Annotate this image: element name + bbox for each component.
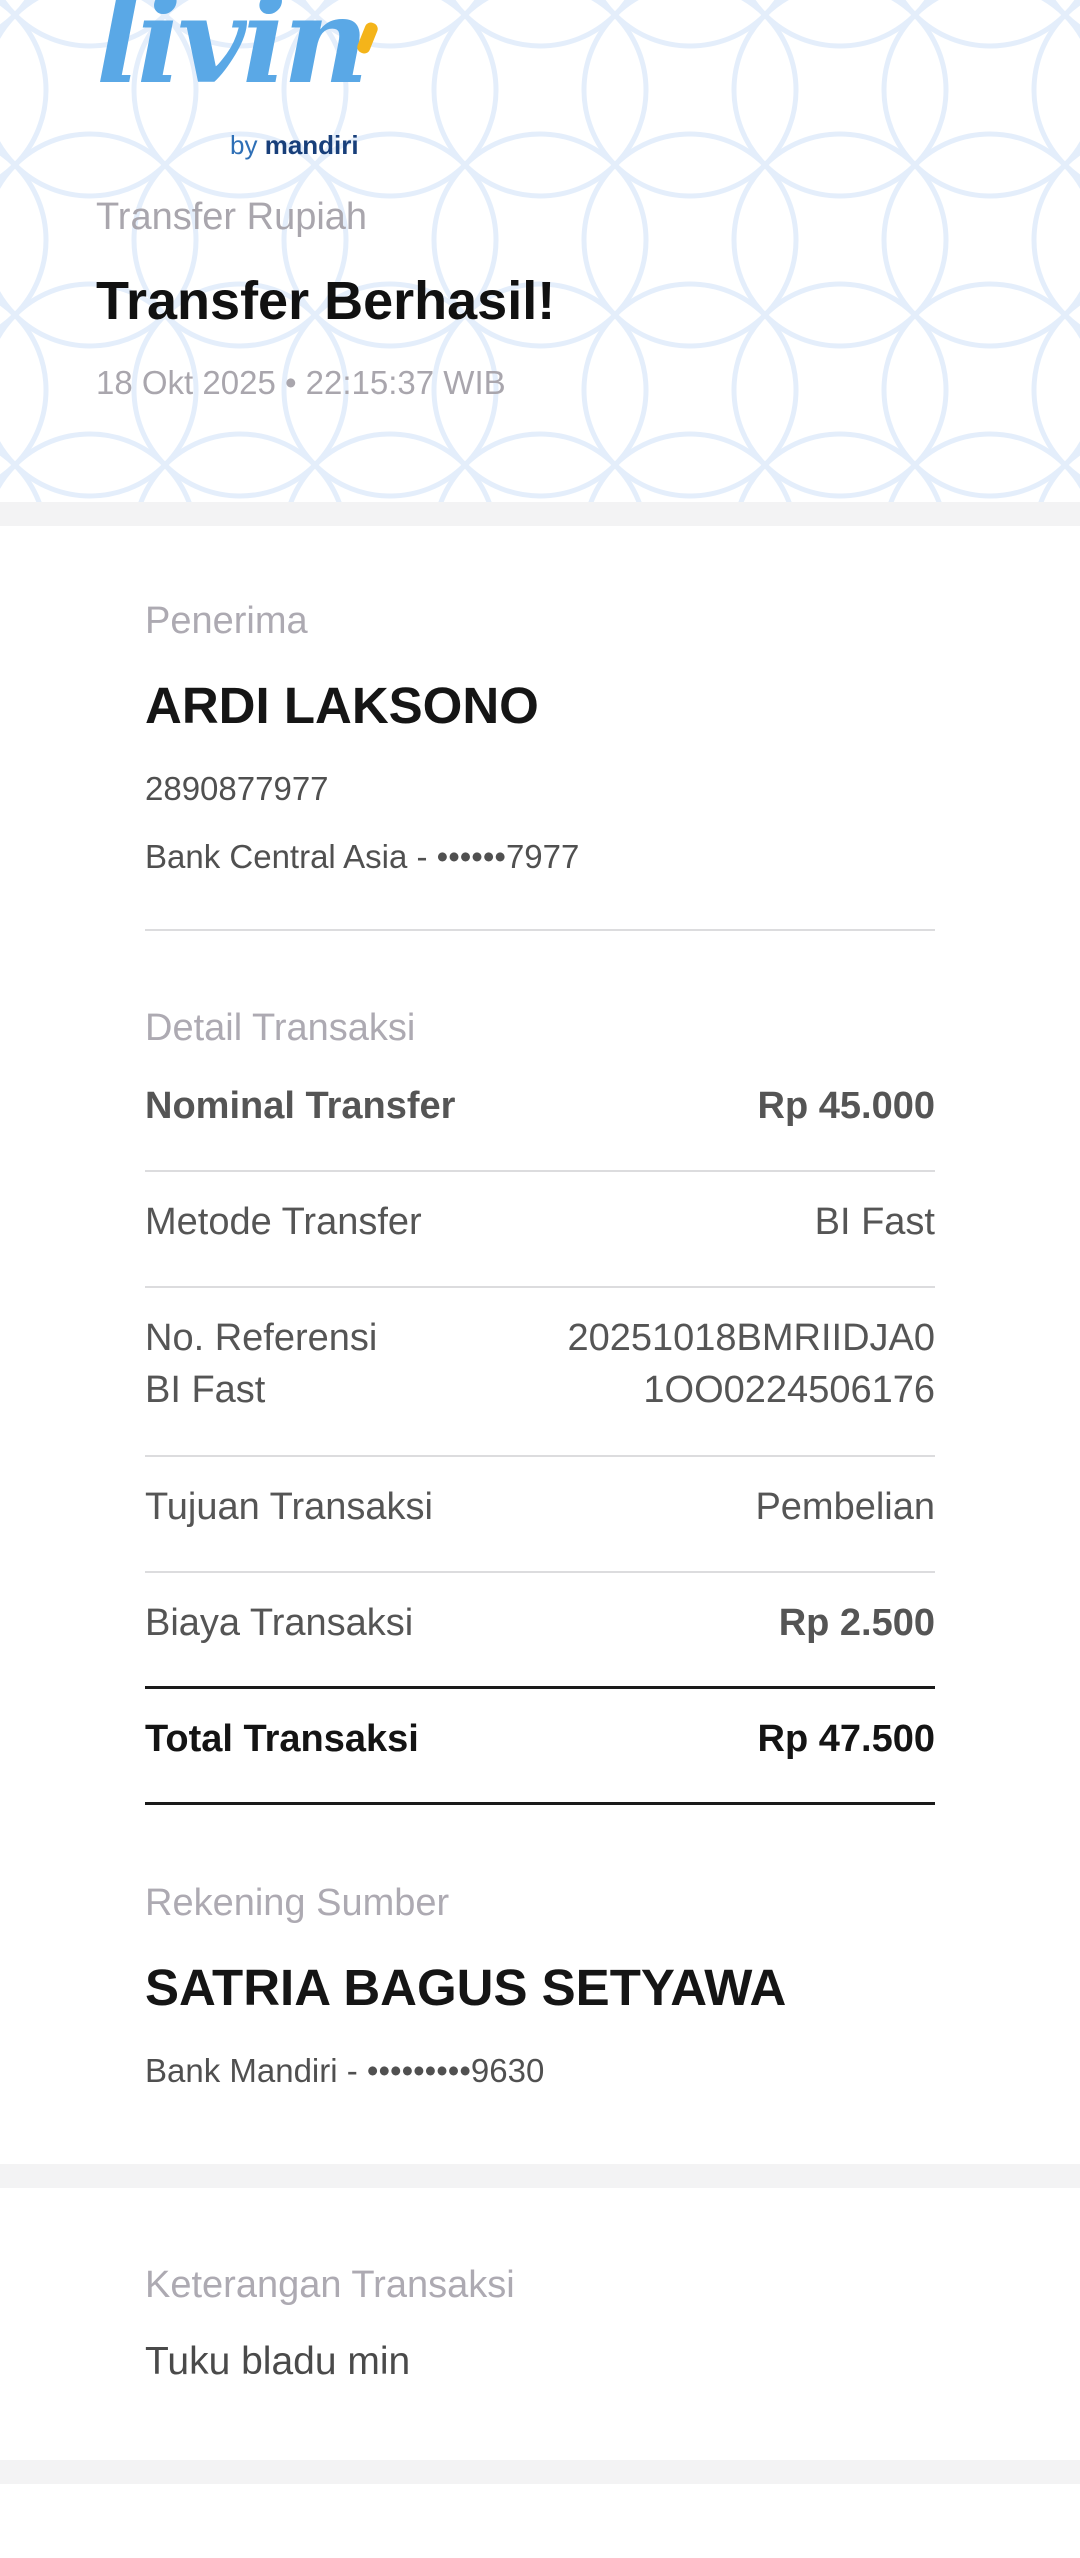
- pattern-circle: [449, 0, 631, 49]
- logo-mandiri-text: mandiri: [264, 130, 359, 160]
- transaction-purpose-label: Tujuan Transaksi: [145, 1486, 433, 1528]
- section-separator: [0, 2164, 1080, 2188]
- transaction-note-text: Tuku bladu min: [145, 2340, 411, 2383]
- page-title: Transfer Berhasil!: [96, 271, 556, 331]
- pattern-circle: [599, 0, 781, 49]
- divider: [145, 929, 935, 931]
- recipient-label: Penerima: [145, 600, 308, 642]
- receipt-header: livin by mandiri Transfer Rupiah Transfe…: [0, 0, 1080, 502]
- nominal-transfer-label: Nominal Transfer: [145, 1085, 456, 1127]
- transfer-method-value: BI Fast: [814, 1201, 935, 1243]
- transfer-type: Transfer Rupiah: [96, 196, 368, 238]
- total-divider-top: [145, 1686, 935, 1689]
- section-separator: [0, 502, 1080, 526]
- pattern-circle: [1031, 149, 1080, 331]
- detail-row-method: Metode Transfer BI Fast: [145, 1196, 935, 1248]
- recipient-bank: Bank Central Asia - ••••••7977: [145, 838, 580, 875]
- pattern-circle: [1031, 299, 1080, 481]
- section-separator: [0, 2460, 1080, 2484]
- pattern-circle: [899, 0, 1080, 49]
- detail-row-total: Total Transaksi Rp 47.500: [145, 1713, 935, 1765]
- transaction-note-label: Keterangan Transaksi: [145, 2264, 515, 2306]
- logo-by-mandiri: by mandiri: [230, 132, 359, 158]
- pattern-circle: [749, 0, 931, 49]
- total-divider-bottom: [145, 1802, 935, 1805]
- divider: [145, 1170, 935, 1172]
- pattern-circle: [0, 299, 49, 481]
- detail-row-reference: No. Referensi BI Fast 20251018BMRIIDJA0 …: [145, 1312, 935, 1417]
- livin-mandiri-logo: livin by mandiri: [96, 0, 386, 170]
- reference-number-value: 20251018BMRIIDJA0 1OO0224506176: [567, 1317, 935, 1412]
- divider: [145, 1286, 935, 1288]
- total-transaction-value: Rp 47.500: [757, 1718, 935, 1760]
- recipient-account-number: 2890877977: [145, 770, 329, 807]
- transfer-method-label: Metode Transfer: [145, 1201, 422, 1243]
- detail-row-fee: Biaya Transaksi Rp 2.500: [145, 1597, 935, 1649]
- divider: [145, 1455, 935, 1457]
- transaction-datetime: 18 Okt 2025 • 22:15:37 WIB: [96, 364, 506, 401]
- transaction-detail-label: Detail Transaksi: [145, 1007, 416, 1049]
- source-account-bank: Bank Mandiri - •••••••••9630: [145, 2052, 545, 2089]
- pattern-circle: [1031, 0, 1080, 181]
- transaction-fee-value: Rp 2.500: [778, 1602, 935, 1644]
- transaction-fee-label: Biaya Transaksi: [145, 1602, 414, 1644]
- detail-row-nominal: Nominal Transfer Rp 45.000: [145, 1080, 935, 1132]
- recipient-name: ARDI LAKSONO: [145, 677, 539, 734]
- nominal-transfer-value: Rp 45.000: [757, 1085, 935, 1127]
- detail-row-purpose: Tujuan Transaksi Pembelian: [145, 1481, 935, 1533]
- source-account-label: Rekening Sumber: [145, 1882, 450, 1924]
- divider: [145, 1571, 935, 1573]
- pattern-circle: [0, 0, 49, 181]
- logo-by-text: by: [230, 130, 258, 160]
- receipt-page: livin by mandiri Transfer Rupiah Transfe…: [0, 0, 1080, 2558]
- logo-livin-script: livin: [96, 0, 369, 110]
- source-account-name: SATRIA BAGUS SETYAWA: [145, 1959, 787, 2016]
- transaction-purpose-value: Pembelian: [755, 1486, 935, 1528]
- pattern-circle: [0, 149, 49, 331]
- reference-number-label: No. Referensi BI Fast: [145, 1317, 378, 1412]
- total-transaction-label: Total Transaksi: [145, 1718, 419, 1760]
